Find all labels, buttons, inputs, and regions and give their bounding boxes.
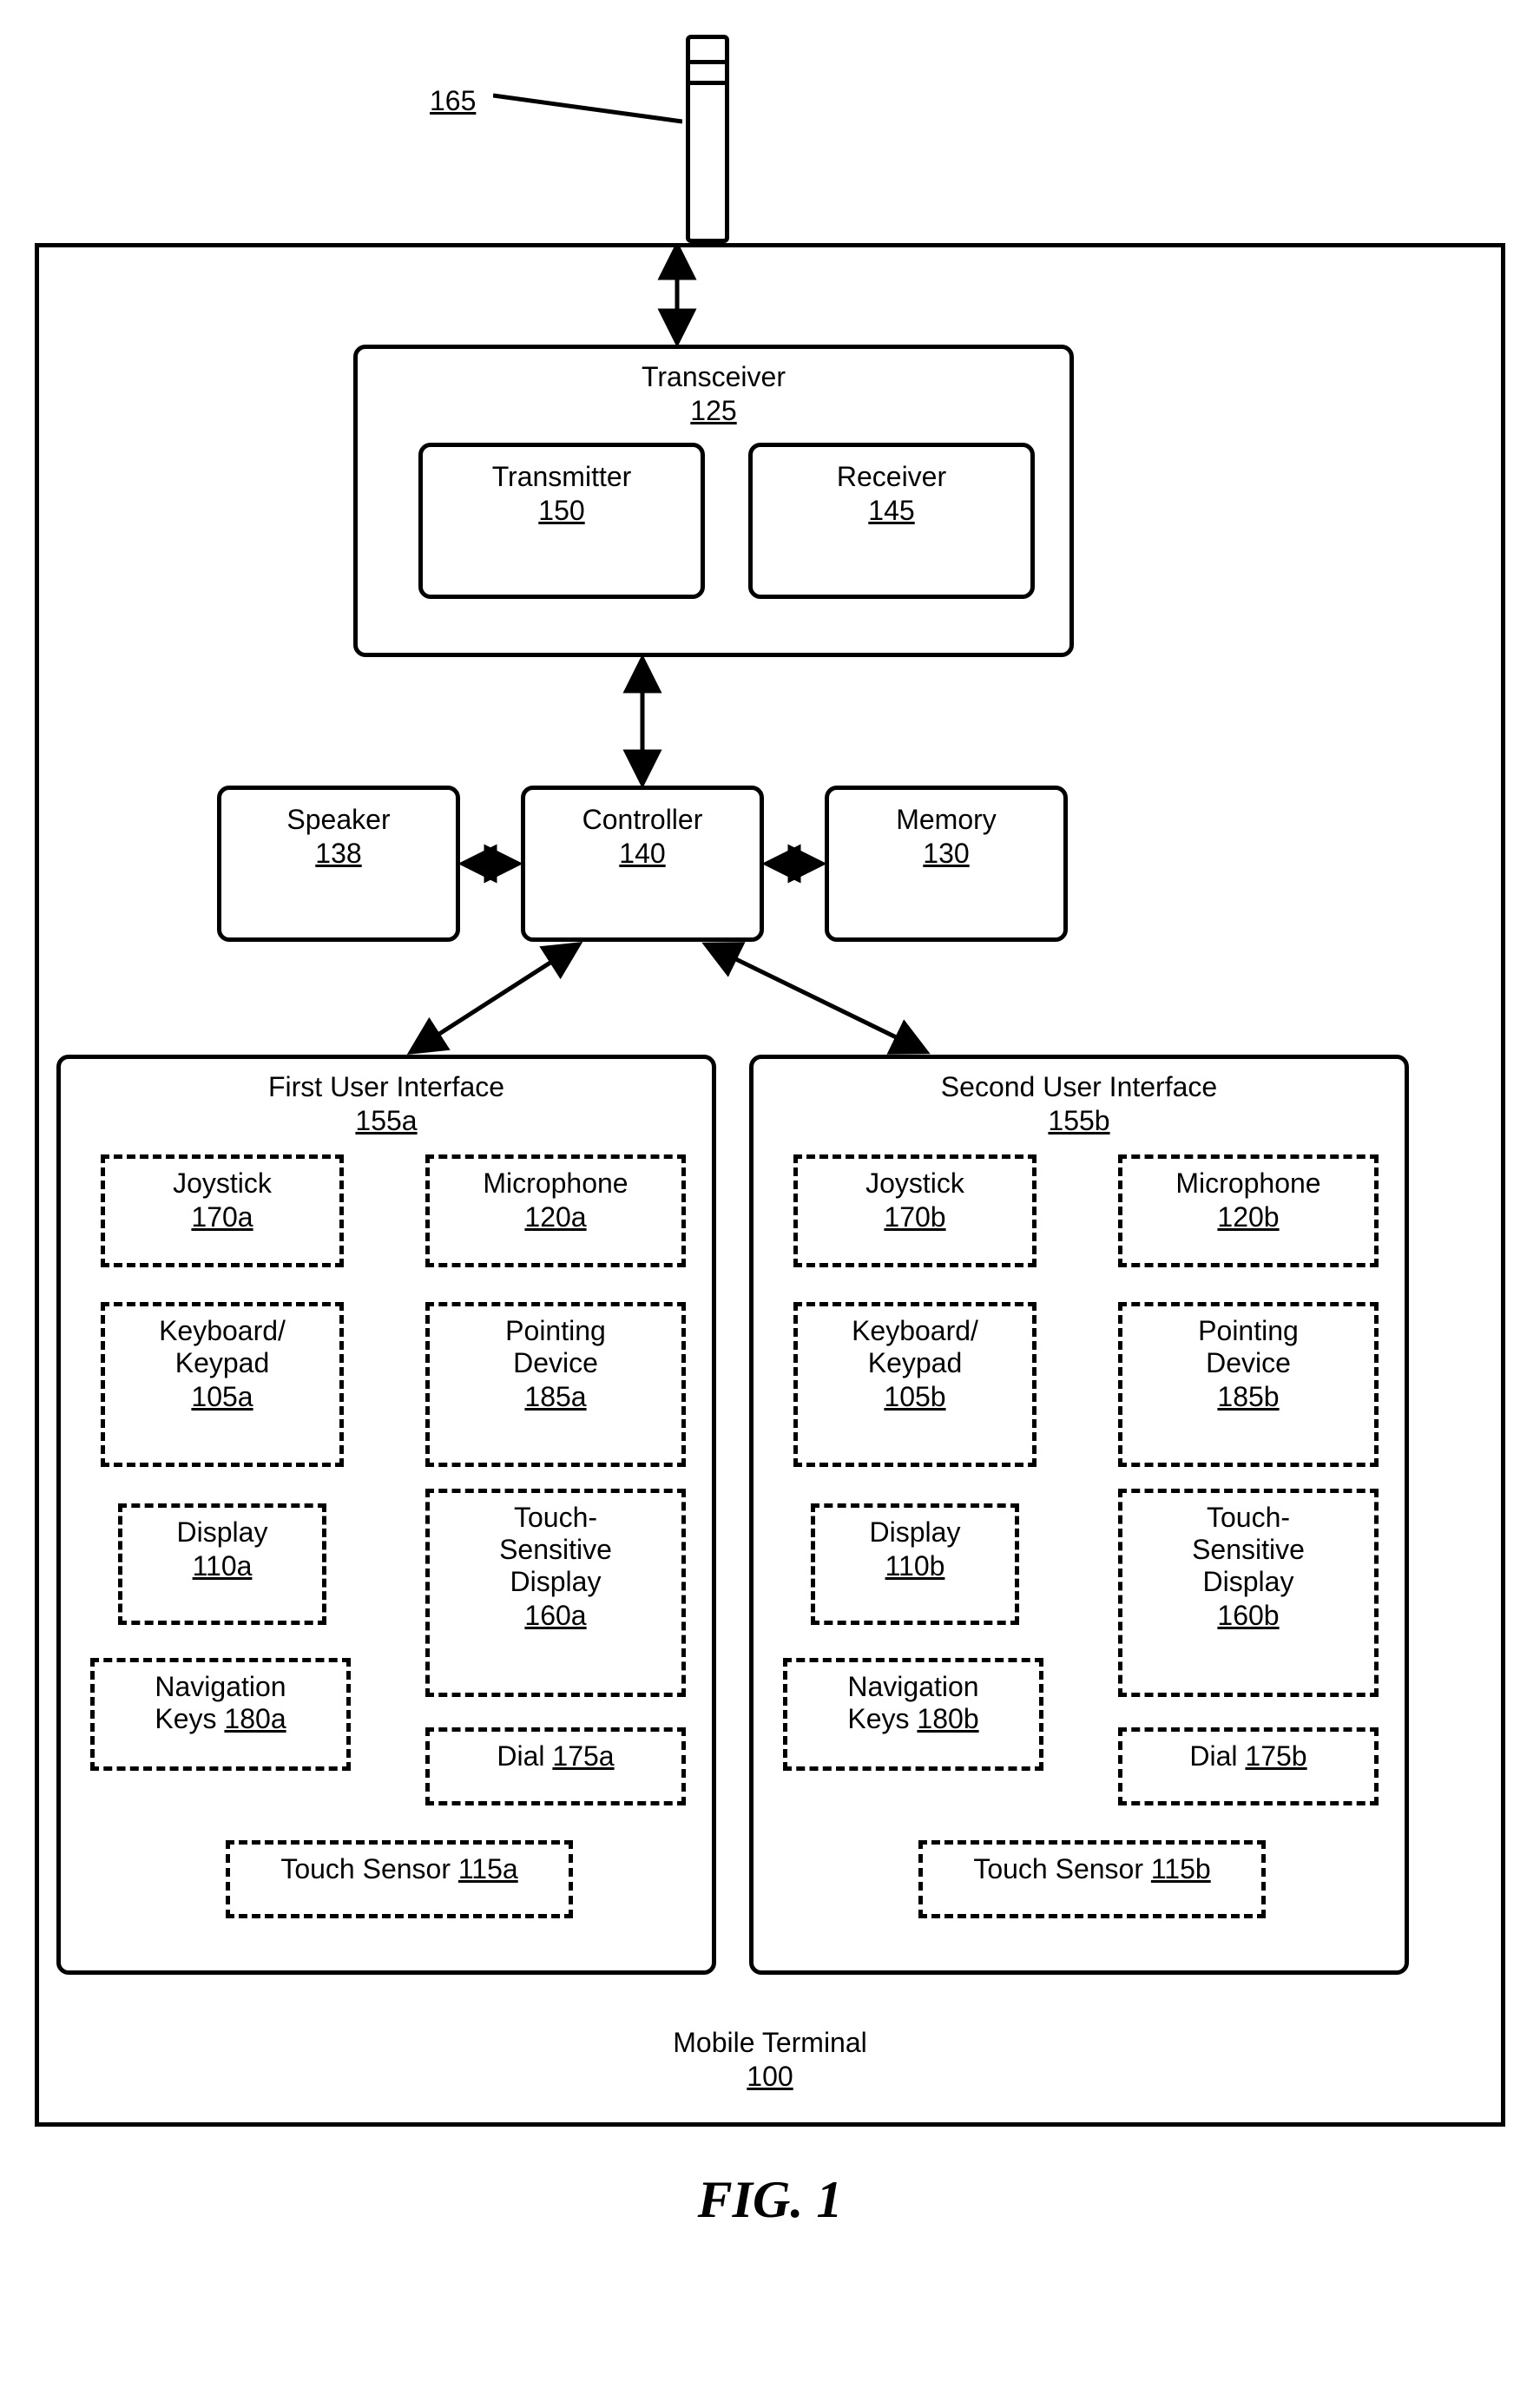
dial-ref-b: 175b xyxy=(1245,1740,1306,1772)
pointing-block-b: Pointing Device 185b xyxy=(1118,1302,1379,1467)
joystick-block-a: Joystick 170a xyxy=(101,1154,344,1267)
dial-title-b: Dial xyxy=(1189,1740,1245,1772)
speaker-title: Speaker xyxy=(230,804,447,836)
terminal-ref: 100 xyxy=(56,2061,1484,2093)
touch-ref-b: 115b xyxy=(1151,1853,1211,1884)
ui-b-title: Second User Interface xyxy=(754,1071,1405,1103)
joystick-ref-a: 170a xyxy=(114,1201,331,1233)
touch-sensor-block-b: Touch Sensor 115b xyxy=(918,1840,1266,1918)
microphone-block-a: Microphone 120a xyxy=(425,1154,686,1267)
joystick-title-a: Joystick xyxy=(114,1167,331,1200)
microphone-title-a: Microphone xyxy=(438,1167,673,1200)
joystick-block-b: Joystick 170b xyxy=(793,1154,1037,1267)
receiver-ref: 145 xyxy=(761,495,1022,527)
nav-line-a: Navigation Keys 180a xyxy=(155,1671,286,1734)
transmitter-title: Transmitter xyxy=(431,461,692,493)
joystick-ref-b: 170b xyxy=(806,1201,1023,1233)
mobile-terminal-block: Transceiver 125 Transmitter 150 Receiver… xyxy=(35,243,1505,2127)
memory-ref: 130 xyxy=(838,838,1055,870)
ui-a-title: First User Interface xyxy=(61,1071,712,1103)
keypad-title-b: Keyboard/ Keypad xyxy=(806,1315,1023,1379)
display-ref-a: 110a xyxy=(131,1550,313,1582)
tsd-ref-a: 160a xyxy=(438,1600,673,1632)
dial-line-b: Dial 175b xyxy=(1189,1740,1306,1772)
keypad-block-a: Keyboard/ Keypad 105a xyxy=(101,1302,344,1467)
microphone-block-b: Microphone 120b xyxy=(1118,1154,1379,1267)
transceiver-block: Transceiver 125 Transmitter 150 Receiver… xyxy=(353,345,1074,657)
touch-sensor-block-a: Touch Sensor 115a xyxy=(226,1840,573,1918)
touch-line-a: Touch Sensor 115a xyxy=(280,1853,517,1884)
second-user-interface-block: Second User Interface 155b Joystick 170b… xyxy=(749,1055,1409,1975)
keypad-ref-b: 105b xyxy=(806,1381,1023,1413)
touch-title-b: Touch Sensor xyxy=(973,1853,1151,1884)
navigation-keys-block-b: Navigation Keys 180b xyxy=(783,1658,1043,1771)
transmitter-ref: 150 xyxy=(431,495,692,527)
antenna-area: 165 xyxy=(35,35,1505,243)
ui-a-ref: 155a xyxy=(61,1105,712,1137)
microphone-title-b: Microphone xyxy=(1131,1167,1366,1200)
display-block-b: Display 110b xyxy=(811,1503,1019,1625)
touch-sensitive-display-block-b: Touch- Sensitive Display 160b xyxy=(1118,1489,1379,1697)
transmitter-block: Transmitter 150 xyxy=(418,443,705,599)
memory-block: Memory 130 xyxy=(825,786,1068,942)
controller-title: Controller xyxy=(534,804,751,836)
antenna-icon xyxy=(686,35,729,243)
touch-title-a: Touch Sensor xyxy=(280,1853,458,1884)
display-title-b: Display xyxy=(824,1516,1006,1549)
pointing-block-a: Pointing Device 185a xyxy=(425,1302,686,1467)
speaker-ref: 138 xyxy=(230,838,447,870)
dial-ref-a: 175a xyxy=(552,1740,614,1772)
pointing-ref-b: 185b xyxy=(1131,1381,1366,1413)
keypad-block-b: Keyboard/ Keypad 105b xyxy=(793,1302,1037,1467)
display-block-a: Display 110a xyxy=(118,1503,326,1625)
microphone-ref-a: 120a xyxy=(438,1201,673,1233)
leader-line xyxy=(493,69,682,143)
nav-ref-b: 180b xyxy=(917,1703,978,1734)
receiver-block: Receiver 145 xyxy=(748,443,1035,599)
tsd-ref-b: 160b xyxy=(1131,1600,1366,1632)
tsd-title-b: Touch- Sensitive Display xyxy=(1131,1502,1366,1598)
navigation-keys-block-a: Navigation Keys 180a xyxy=(90,1658,351,1771)
dial-block-a: Dial 175a xyxy=(425,1727,686,1805)
tsd-title-a: Touch- Sensitive Display xyxy=(438,1502,673,1598)
pointing-title-a: Pointing Device xyxy=(438,1315,673,1379)
figure-page: 165 xyxy=(35,35,1505,2230)
memory-title: Memory xyxy=(838,804,1055,836)
dial-block-b: Dial 175b xyxy=(1118,1727,1379,1805)
nav-line-b: Navigation Keys 180b xyxy=(847,1671,978,1734)
joystick-title-b: Joystick xyxy=(806,1167,1023,1200)
terminal-title: Mobile Terminal xyxy=(56,2027,1484,2059)
first-user-interface-block: First User Interface 155a Joystick 170a … xyxy=(56,1055,716,1975)
dial-title-a: Dial xyxy=(497,1740,552,1772)
display-title-a: Display xyxy=(131,1516,313,1549)
speaker-block: Speaker 138 xyxy=(217,786,460,942)
controller-ref: 140 xyxy=(534,838,751,870)
controller-block: Controller 140 xyxy=(521,786,764,942)
keypad-title-a: Keyboard/ Keypad xyxy=(114,1315,331,1379)
ui-b-ref: 155b xyxy=(754,1105,1405,1137)
figure-caption: FIG. 1 xyxy=(35,2170,1505,2230)
receiver-title: Receiver xyxy=(761,461,1022,493)
touch-line-b: Touch Sensor 115b xyxy=(973,1853,1210,1884)
touch-ref-a: 115a xyxy=(458,1853,518,1884)
transceiver-title: Transceiver xyxy=(366,361,1061,393)
keypad-ref-a: 105a xyxy=(114,1381,331,1413)
nav-ref-a: 180a xyxy=(224,1703,286,1734)
antenna-ref: 165 xyxy=(430,85,476,117)
touch-sensitive-display-block-a: Touch- Sensitive Display 160a xyxy=(425,1489,686,1697)
transceiver-ref: 125 xyxy=(366,395,1061,427)
dial-line-a: Dial 175a xyxy=(497,1740,614,1772)
microphone-ref-b: 120b xyxy=(1131,1201,1366,1233)
pointing-title-b: Pointing Device xyxy=(1131,1315,1366,1379)
pointing-ref-a: 185a xyxy=(438,1381,673,1413)
display-ref-b: 110b xyxy=(824,1550,1006,1582)
